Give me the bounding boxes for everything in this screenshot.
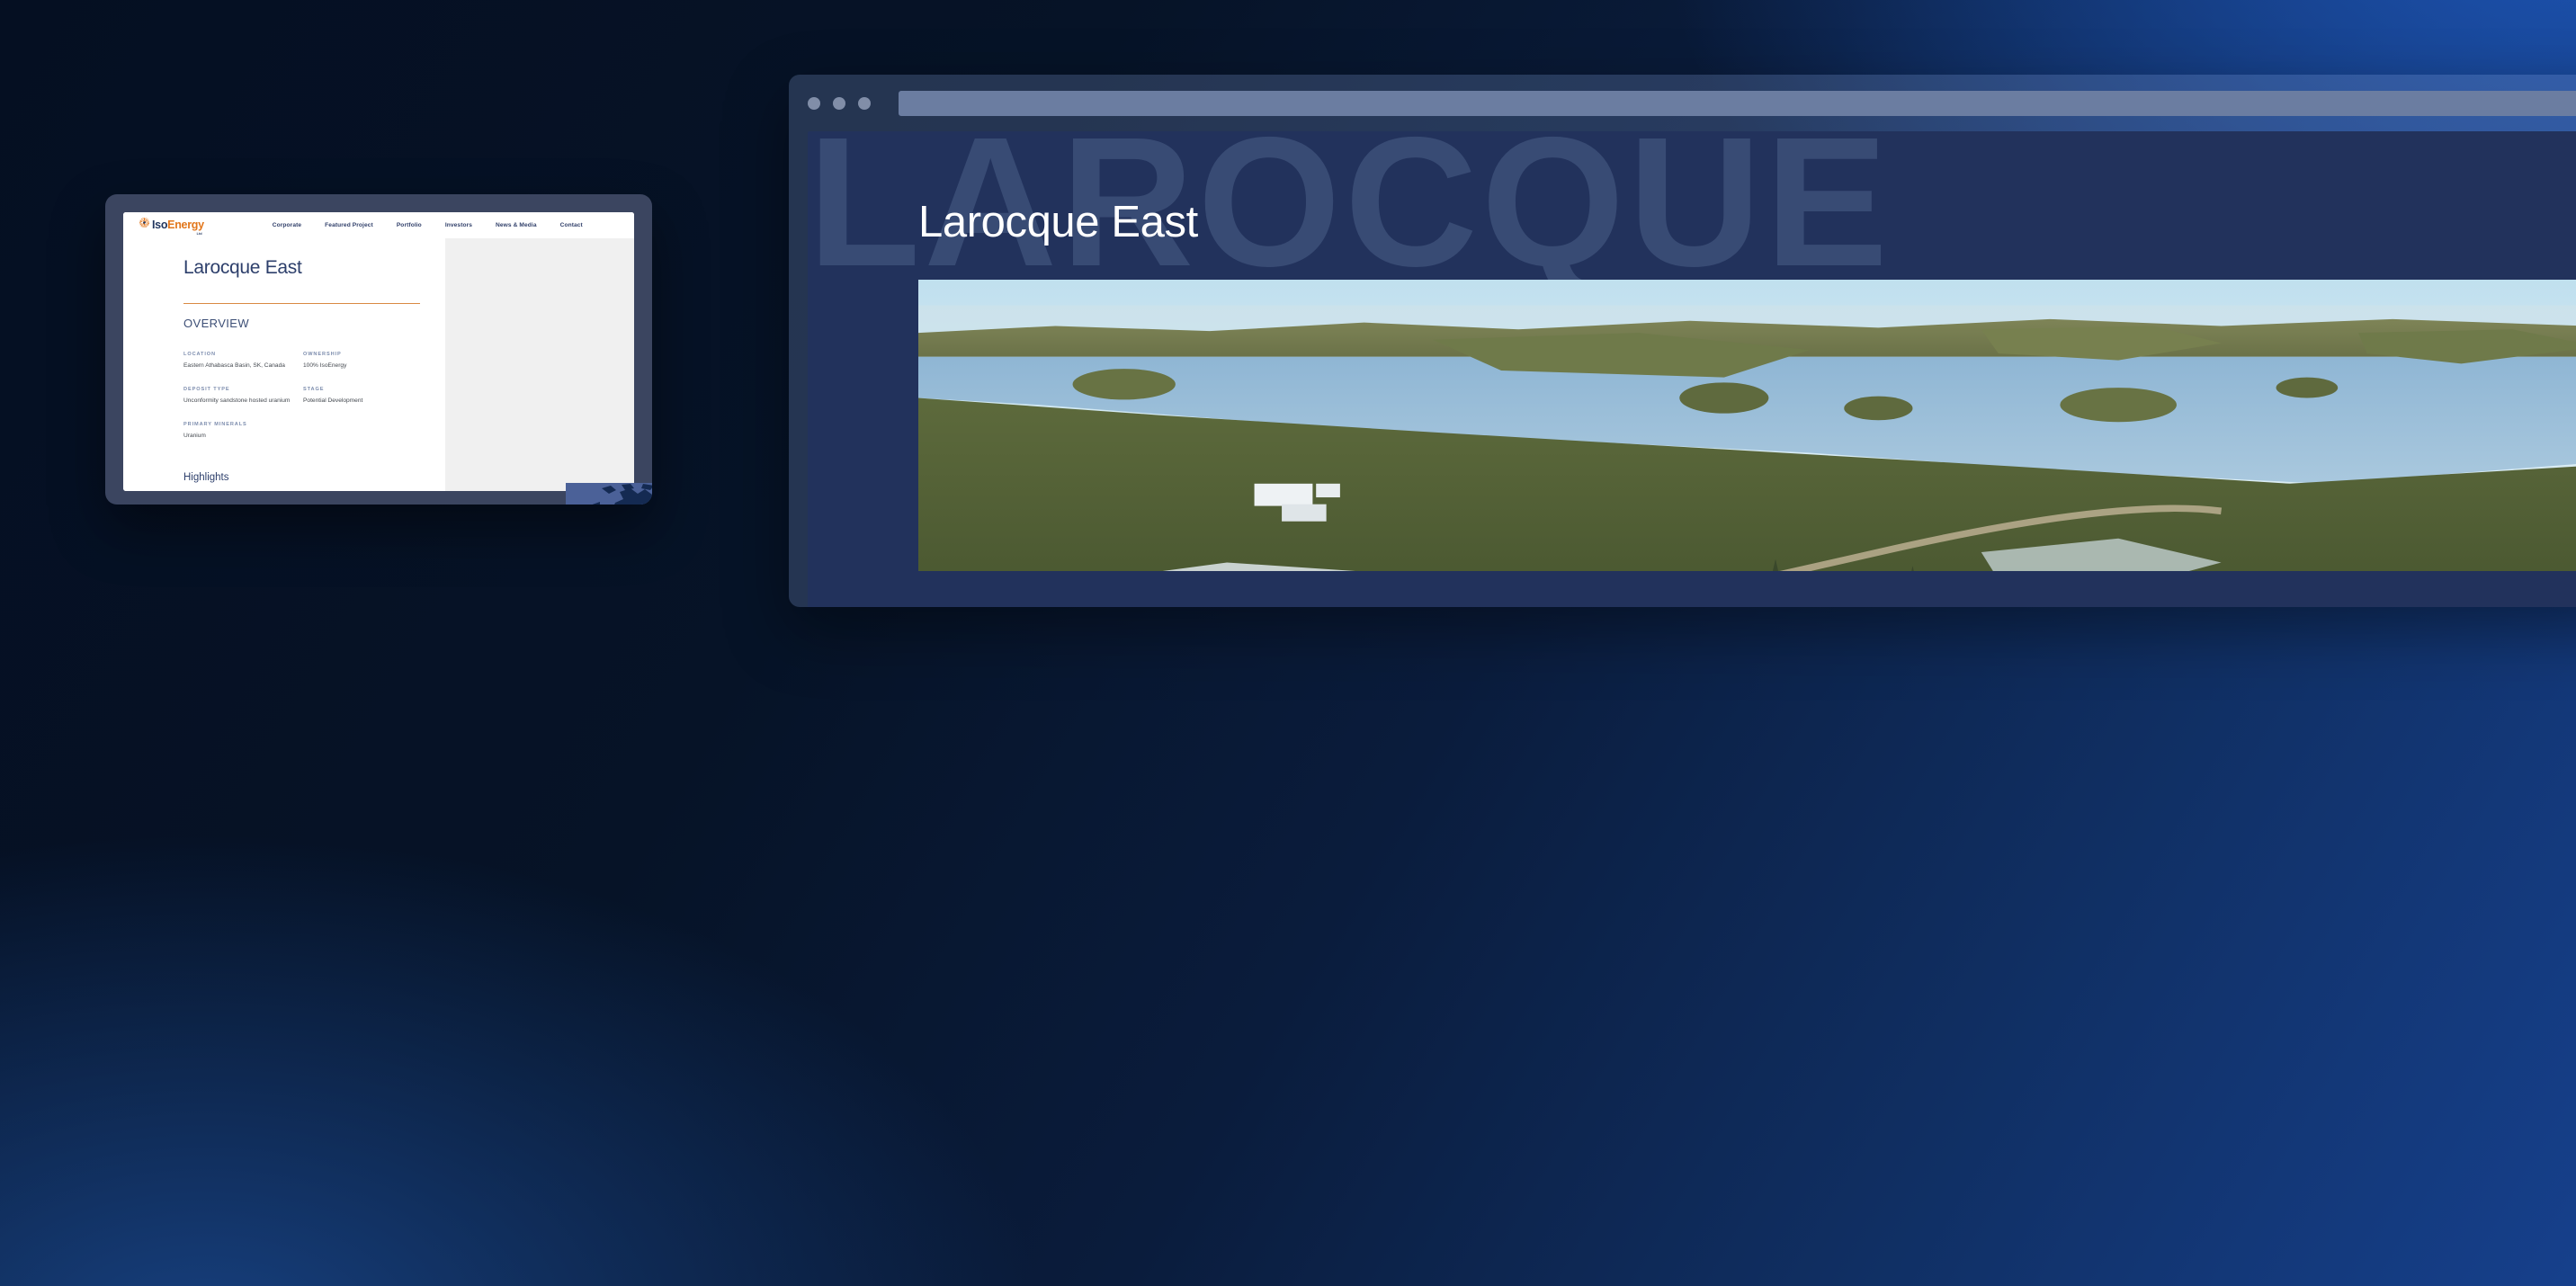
spec-stage: STAGE Potential Development: [303, 387, 438, 406]
spec-deposit-type: DEPOSIT TYPE Unconformity sandstone host…: [183, 387, 303, 406]
spec-value: Unconformity sandstone hosted uranium: [183, 397, 291, 405]
spec-primary-minerals: PRIMARY MINERALS Uranium: [183, 422, 303, 442]
isoenergy-logo[interactable]: IsoEnergy Ltd: [139, 217, 204, 236]
canada-map-svg: [592, 484, 652, 505]
spec-label: STAGE: [303, 387, 325, 393]
brand-suffix-text: Ltd: [196, 232, 202, 237]
overview-heading: OVERVIEW: [183, 317, 250, 330]
spec-label: PRIMARY MINERALS: [183, 422, 247, 428]
hero-photo: [918, 280, 2576, 571]
overview-spec-grid: LOCATION Eastern Athabasca Basin, SK, Ca…: [183, 352, 634, 442]
spec-value: Potential Development: [303, 397, 363, 405]
spec-label: OWNERSHIP: [303, 352, 342, 357]
hero-paragraph: The Larocque East property, home of the …: [918, 603, 2576, 607]
spec-location: LOCATION Eastern Athabasca Basin, SK, Ca…: [183, 352, 303, 371]
right-browser-viewport: LAROCQUE Larocque East: [808, 131, 2576, 607]
nav-item-corporate[interactable]: Corporate: [273, 222, 301, 228]
isoenergy-site-page: IsoEnergy Ltd Corporate Featured Project…: [123, 212, 634, 491]
nav-item-investors[interactable]: Investors: [445, 222, 472, 228]
spec-value: Eastern Athabasca Basin, SK, Canada: [183, 362, 285, 369]
spec-label: DEPOSIT TYPE: [183, 387, 230, 393]
left-browser-window: IsoEnergy Ltd Corporate Featured Project…: [105, 194, 652, 505]
brand-iso-text: Iso: [152, 219, 168, 232]
page-content: Larocque East OVERVIEW LOCATION Eastern …: [123, 257, 634, 491]
spec-value: Uranium: [183, 433, 206, 440]
sunburst-icon: [139, 217, 149, 228]
brand-energy-text: Energy: [167, 219, 204, 232]
brand-wordmark: IsoEnergy Ltd: [152, 219, 204, 236]
spec-value: 100% IsoEnergy: [303, 362, 347, 369]
highlights-heading: Highlights: [183, 471, 229, 483]
left-browser-viewport: IsoEnergy Ltd Corporate Featured Project…: [123, 212, 634, 491]
address-bar[interactable]: [899, 90, 2576, 116]
spec-label: LOCATION: [183, 352, 216, 357]
orange-divider: [183, 303, 420, 304]
primary-nav: Corporate Featured Project Portfolio Inv…: [273, 222, 583, 228]
nav-item-portfolio[interactable]: Portfolio: [397, 222, 422, 228]
site-navbar: IsoEnergy Ltd Corporate Featured Project…: [123, 212, 634, 238]
aerial-landscape-illustration: [918, 280, 2576, 571]
nav-item-featured-project[interactable]: Featured Project: [325, 222, 373, 228]
minimize-window-icon[interactable]: [833, 96, 845, 110]
nav-item-contact[interactable]: Contact: [560, 222, 583, 228]
close-window-icon[interactable]: [808, 96, 820, 110]
hero-title: Larocque East: [918, 198, 1198, 246]
browser-chrome: [789, 75, 2576, 131]
canada-map-card: [566, 483, 652, 505]
nav-item-news-media[interactable]: News & Media: [496, 222, 537, 228]
maximize-window-icon[interactable]: [858, 96, 871, 110]
page-title: Larocque East: [183, 257, 302, 278]
traffic-lights: [808, 96, 871, 110]
spec-ownership: OWNERSHIP 100% IsoEnergy: [303, 352, 438, 371]
right-browser-window: LAROCQUE Larocque East: [789, 75, 2576, 607]
